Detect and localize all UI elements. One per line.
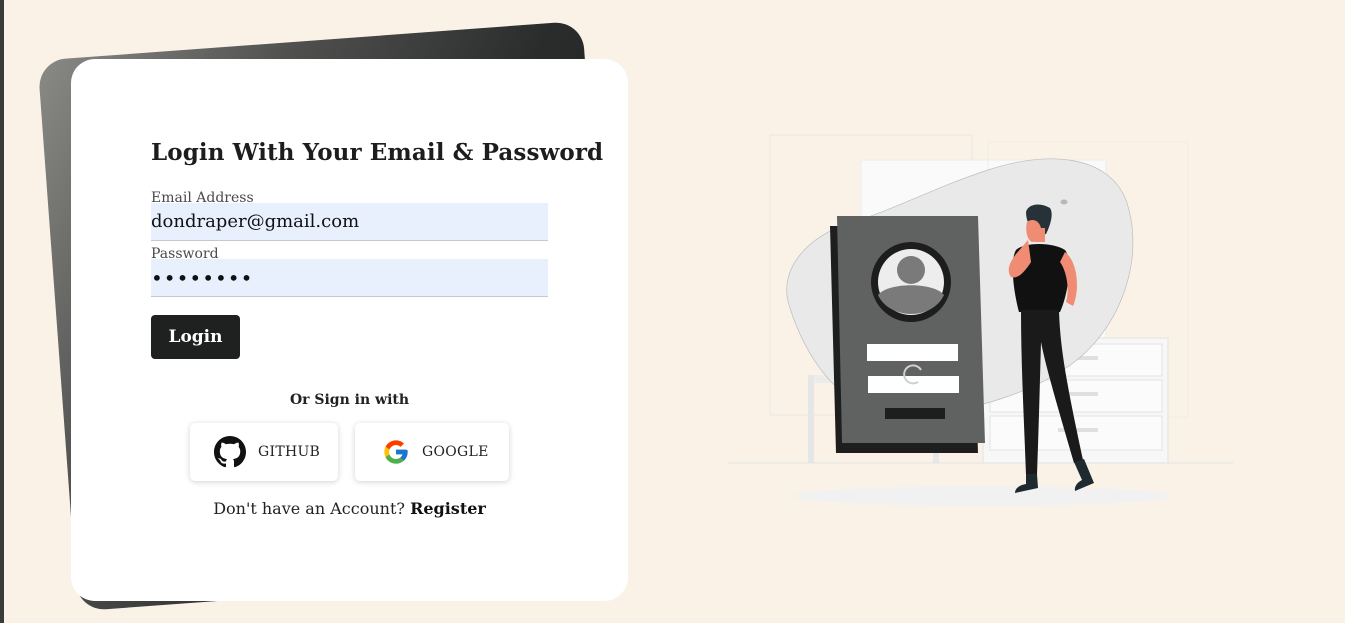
login-card: Login With Your Email & Password Email A…	[71, 59, 628, 601]
login-illustration	[728, 130, 1233, 510]
google-label: GOOGLE	[422, 444, 489, 460]
github-button[interactable]: GITHUB	[190, 423, 338, 481]
register-link[interactable]: Register	[410, 499, 486, 518]
login-title: Login With Your Email & Password	[151, 139, 604, 166]
google-icon	[382, 438, 410, 466]
github-label: GITHUB	[258, 444, 321, 460]
email-input[interactable]	[151, 203, 548, 241]
window-edge	[0, 0, 4, 623]
google-button[interactable]: GOOGLE	[355, 423, 509, 481]
register-line: Don't have an Account? Register	[71, 499, 628, 518]
password-input[interactable]	[151, 259, 548, 297]
or-sign-in-text: Or Sign in with	[289, 392, 410, 408]
login-button[interactable]: Login	[151, 315, 240, 359]
register-prompt: Don't have an Account?	[213, 499, 405, 518]
github-icon	[214, 436, 246, 468]
